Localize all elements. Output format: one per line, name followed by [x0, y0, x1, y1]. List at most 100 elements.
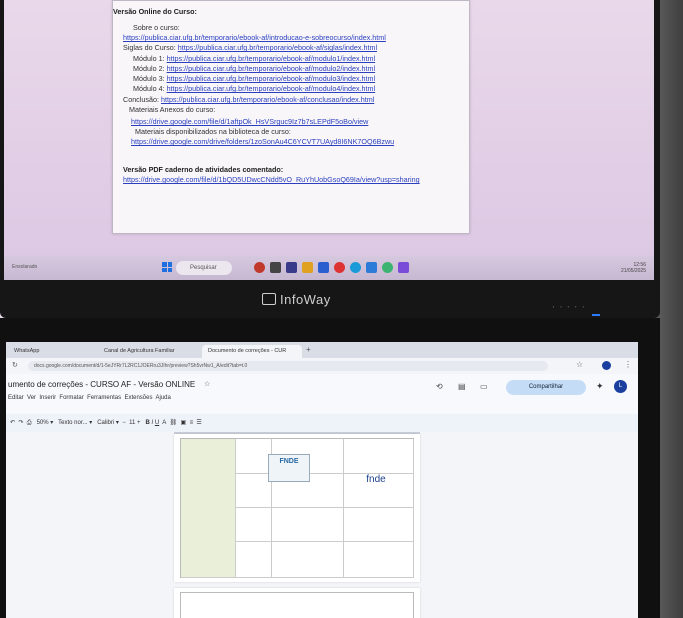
app-icon-8[interactable] [366, 262, 377, 273]
menu-ferramentas[interactable]: Ferramentas [87, 395, 121, 401]
tab-label: Canal de Agricultura Familiar [104, 348, 175, 354]
doc-line-label: Módulo 1: [133, 54, 167, 63]
doc-line: Siglas do Curso: https://publica.ciar.uf… [123, 43, 377, 52]
gdocs-header: umento de correções - CURSO AF - Versão … [6, 374, 638, 414]
table-cell [343, 541, 414, 578]
print-icon[interactable]: ⎙ [27, 420, 32, 426]
doc-line: https://drive.google.com/drive/folders/1… [131, 137, 394, 146]
profile-icon[interactable] [602, 361, 611, 370]
monitor-buttons: ▪▪▪▪▪ [552, 304, 590, 309]
tab-label: WhatsApp [14, 348, 40, 354]
app-icon-6[interactable] [334, 262, 345, 273]
tab-agricultura[interactable]: Canal de Agricultura Familiar [98, 345, 198, 358]
doc-heading: Versão Online do Curso: [113, 7, 197, 16]
taskbar-search-label: Pesquisar [190, 265, 217, 271]
weather-text: Ensolarado [12, 264, 38, 270]
text-color-icon[interactable]: A [162, 420, 166, 426]
style-select[interactable]: Texto nor... [58, 420, 87, 426]
chrome-icon[interactable] [382, 262, 393, 273]
menu-ajuda[interactable]: Ajuda [156, 395, 171, 401]
doc-line-link[interactable]: https://drive.google.com/file/d/1aftpOk_… [131, 117, 368, 126]
doc-line-link[interactable]: https://publica.ciar.ufg.br/temporario/e… [167, 84, 376, 93]
doc-line-link[interactable]: https://publica.ciar.ufg.br/temporario/e… [167, 64, 376, 73]
app-icon-1[interactable] [254, 262, 265, 273]
doc-page-1[interactable]: FNDE fnde [174, 434, 420, 582]
zoom-select[interactable]: 50% [37, 420, 49, 426]
doc-line: Módulo 1: https://publica.ciar.ufg.br/te… [133, 54, 375, 63]
edge-icon[interactable] [350, 262, 361, 273]
doc-pdf-link[interactable]: https://drive.google.com/file/d/1bQD5UDw… [123, 175, 463, 184]
clock-date: 21/05/2025 [620, 268, 646, 274]
reload-icon[interactable]: ↻ [12, 361, 18, 369]
table-cell [235, 541, 272, 578]
menu-formatar[interactable]: Formatar [59, 395, 83, 401]
doc-line-link[interactable]: https://publica.ciar.ufg.br/temporario/e… [167, 54, 376, 63]
share-button[interactable]: Compartilhar [506, 380, 586, 395]
doc-line-label: Siglas do Curso: [123, 43, 178, 52]
doc-line-link[interactable]: https://publica.ciar.ufg.br/temporario/e… [161, 95, 374, 104]
table-cell [235, 439, 272, 474]
windows-taskbar: Ensolarado Pesquisar 12:56 21/05/2025 [4, 256, 654, 280]
doc-line: Módulo 3: https://publica.ciar.ufg.br/te… [133, 74, 375, 83]
menu-ver[interactable]: Ver [27, 395, 36, 401]
table-cell [235, 473, 272, 508]
doc-line-link[interactable]: https://publica.ciar.ufg.br/temporario/e… [167, 74, 376, 83]
table-cell [271, 541, 344, 578]
list-icon[interactable]: ☰ [196, 420, 201, 426]
meet-icon[interactable]: ▭ [480, 382, 488, 391]
toolbar-controls: ↶ ↷ ⎙ 50% ▾ Texto nor... ▾ Calibri ▾ − 1… [10, 420, 202, 426]
doc-line-link[interactable]: https://publica.ciar.ufg.br/temporario/e… [123, 33, 386, 42]
menu-inserir[interactable]: Inserir [39, 395, 56, 401]
new-tab-icon[interactable]: + [306, 345, 311, 354]
app-icon-5[interactable] [318, 262, 329, 273]
align-icon[interactable]: ≡ [190, 420, 194, 426]
gemini-icon[interactable]: ✦ [596, 381, 604, 392]
url-field[interactable]: docs.google.com/document/d/1-5eJYRr7L2RC… [28, 361, 548, 371]
external-monitor: Versão Online do Curso: Sobre o curso: ht… [0, 0, 660, 318]
bookmark-star-icon[interactable]: ☆ [576, 360, 583, 369]
link-icon[interactable]: ⛓ [170, 420, 178, 426]
doc-line-label: Materiais Anexos do curso: [129, 105, 216, 114]
italic-icon[interactable]: I [152, 420, 154, 426]
undo-icon[interactable]: ↶ [10, 420, 15, 426]
doc-page-2[interactable] [174, 588, 420, 618]
app-icon-3[interactable] [286, 262, 297, 273]
doc-line-label: Módulo 3: [133, 74, 167, 83]
doc-line-label: Conclusão: [123, 95, 161, 104]
table-cell [343, 439, 414, 474]
corrections-table-continued [180, 592, 414, 618]
font-select[interactable]: Calibri [97, 420, 114, 426]
doc-pdf-heading: Versão PDF caderno de atividades comenta… [123, 165, 284, 174]
user-avatar[interactable]: L [614, 380, 627, 393]
tab-documento[interactable]: Documento de correções - CUR [202, 345, 302, 358]
doc-line: Módulo 4: https://publica.ciar.ufg.br/te… [133, 84, 375, 93]
app-icon-10[interactable] [398, 262, 409, 273]
windows-start-icon[interactable] [162, 262, 172, 272]
comments-icon[interactable]: ▤ [458, 382, 466, 391]
star-icon[interactable]: ☆ [204, 380, 210, 388]
bold-icon[interactable]: B [146, 420, 150, 426]
doc-line-link[interactable]: https://drive.google.com/drive/folders/1… [131, 137, 394, 146]
tab-whatsapp[interactable]: WhatsApp [8, 345, 94, 358]
doc-line: https://drive.google.com/file/d/1aftpOk_… [131, 117, 368, 126]
laptop: WhatsApp Canal de Agricultura Familiar D… [0, 318, 660, 618]
menu-editar[interactable]: Editar [8, 395, 24, 401]
history-icon[interactable]: ⟲ [436, 382, 443, 391]
address-bar-row: ↻ docs.google.com/document/d/1-5eJYRr7L2… [6, 358, 638, 374]
folder-icon[interactable] [302, 262, 313, 273]
table-cell [181, 541, 236, 578]
taskbar-search[interactable]: Pesquisar [176, 261, 232, 275]
fnde-large-text: fnde [366, 474, 386, 485]
doc-title[interactable]: umento de correções - CURSO AF - Versão … [8, 380, 195, 389]
app-icon-2[interactable] [270, 262, 281, 273]
underline-icon[interactable]: U [155, 420, 159, 426]
url-text: docs.google.com/document/d/1-5eJYRr7L2RC… [34, 363, 248, 369]
font-size-field[interactable]: 11 [129, 420, 135, 426]
doc-line: Materiais Anexos do curso: [129, 105, 215, 114]
image-icon[interactable]: ▣ [181, 420, 187, 426]
doc-line-link[interactable]: https://publica.ciar.ufg.br/temporario/e… [178, 43, 377, 52]
laptop-screen: WhatsApp Canal de Agricultura Familiar D… [6, 342, 638, 618]
menu-extensoes[interactable]: Extensões [124, 395, 152, 401]
browser-menu-icon[interactable]: ⋮ [624, 360, 632, 369]
redo-icon[interactable]: ↷ [18, 420, 23, 426]
